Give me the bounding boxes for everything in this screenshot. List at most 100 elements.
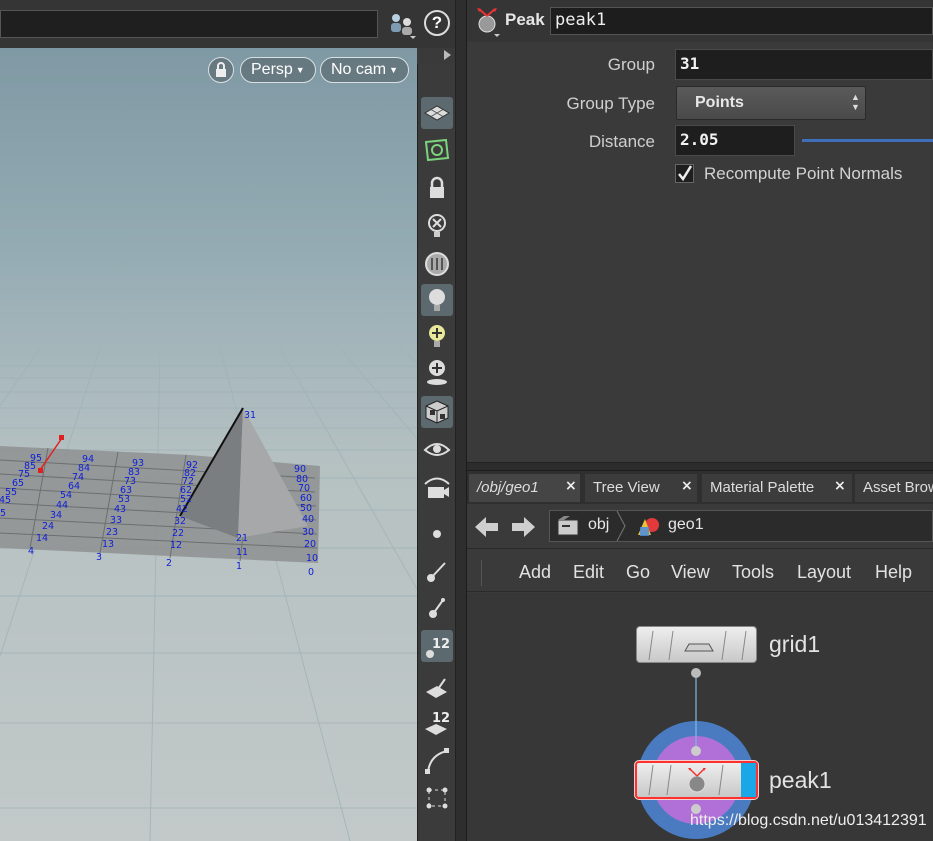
camera-menu[interactable]: No cam ▼ (320, 57, 410, 83)
users-icon[interactable] (386, 10, 418, 40)
lock-camera-icon[interactable] (208, 57, 234, 83)
point-number-label: 50 (300, 503, 312, 514)
recompute-normals-checkbox[interactable] (675, 164, 694, 183)
point-number-label: 0 (308, 567, 314, 578)
network-editor[interactable]: grid1 peak1 (467, 593, 933, 841)
chevron-down-icon: ▼ (389, 65, 399, 75)
primitive-numbers-toggle[interactable]: 12 (421, 707, 453, 739)
reference-plane-icon[interactable] (421, 134, 453, 166)
distance-field[interactable]: 2.05 (675, 125, 795, 156)
expand-arrow-icon[interactable] (444, 50, 451, 60)
group-type-label: Group Type (566, 94, 655, 113)
node-type-label: Peak (505, 10, 545, 29)
point-number-label: 2 (166, 558, 172, 569)
point-number-label: 12 (170, 540, 182, 551)
group-type-menu[interactable]: Points ▲ ▼ (676, 86, 866, 120)
menu-add[interactable]: Add (519, 562, 551, 583)
point-number-label: 31 (244, 410, 256, 421)
point-number-label: 20 (304, 539, 316, 550)
menu-help[interactable]: Help (875, 562, 912, 583)
watermark-text: https://blog.csdn.net/u013412391 (690, 812, 927, 829)
menu-go[interactable]: Go (626, 562, 650, 583)
point-number-label: 4 (28, 546, 34, 557)
persp-label: Persp (251, 61, 293, 79)
menu-layout[interactable]: Layout (797, 562, 851, 583)
menu-tools[interactable]: Tools (732, 562, 774, 583)
group-field[interactable]: 31 (675, 49, 933, 80)
forward-arrow-icon[interactable] (509, 514, 537, 540)
distance-slider[interactable] (802, 139, 933, 142)
breadcrumb-obj[interactable]: obj (588, 516, 609, 534)
point-number-label: 1 (236, 561, 242, 572)
camera-label: No cam (331, 61, 387, 79)
close-icon[interactable]: × (681, 478, 693, 494)
group-type-value: Points (695, 94, 744, 111)
tab-material-palette[interactable]: Material Palette (702, 474, 852, 502)
point-number-label: 43 (114, 504, 126, 515)
peak1-node[interactable] (634, 760, 759, 800)
menu-scroll-left-icon[interactable] (481, 560, 495, 586)
point-numbers-toggle[interactable]: 12 (421, 630, 453, 662)
point-number-label: 30 (302, 527, 314, 538)
lock-icon[interactable] (421, 172, 453, 204)
close-icon[interactable]: × (834, 478, 846, 494)
group-label: Group (607, 55, 655, 74)
help-icon[interactable]: ? (424, 10, 450, 36)
chevron-down-icon: ▼ (295, 65, 305, 75)
remove-light-icon[interactable] (421, 210, 453, 242)
normal-light-icon[interactable] (421, 320, 453, 352)
node-name-field[interactable]: peak1 (550, 7, 933, 35)
point-number-label: 34 (50, 510, 62, 521)
point-number-label: 21 (236, 533, 248, 544)
close-icon[interactable]: × (565, 478, 577, 494)
point-number-label: 33 (110, 515, 122, 526)
3d-viewport[interactable]: 95 94 93 92 85 84 83 82 75 74 73 72 65 64 63 62 55 54 53 52… (0, 48, 417, 841)
display-hulls-icon[interactable] (421, 745, 453, 777)
grid-display-icon[interactable] (421, 97, 453, 129)
menu-edit[interactable]: Edit (573, 562, 604, 583)
svg-text:12: 12 (432, 637, 450, 652)
point-number-label: 11 (236, 547, 248, 558)
horizontal-splitter[interactable] (467, 462, 933, 470)
distance-label: Distance (588, 132, 655, 151)
headlight-icon[interactable] (421, 248, 453, 280)
obj-context-icon (556, 514, 582, 538)
tab-asset-browser[interactable]: Asset Brow (855, 474, 933, 502)
uv-handles-icon[interactable] (421, 782, 453, 814)
point-number-label: 5 (0, 508, 6, 519)
display-points-icon[interactable] (421, 518, 453, 550)
display-point-normals-icon[interactable] (421, 555, 453, 587)
tab-label: Material Palette (710, 479, 815, 496)
shading-cube-icon[interactable] (421, 396, 453, 428)
menu-view[interactable]: View (671, 562, 710, 583)
back-arrow-icon[interactable] (473, 514, 501, 540)
peak-node-icon (472, 6, 502, 38)
viewport-path-field[interactable] (0, 10, 378, 38)
point-number-label: 24 (42, 521, 54, 532)
camera-eye-icon[interactable] (421, 471, 453, 503)
point-number-label: 14 (36, 533, 48, 544)
primitive-normals-icon[interactable] (421, 670, 453, 702)
recompute-normals-label: Recompute Point Normals (704, 164, 903, 183)
persp-view-menu[interactable]: Persp ▼ (240, 57, 316, 83)
breadcrumb-separator (616, 510, 626, 542)
visibility-eye-icon[interactable] (421, 434, 453, 466)
tab-network-path[interactable]: /obj/geo1 (469, 474, 580, 502)
point-number-label: 40 (302, 514, 314, 525)
point-number-label: 13 (102, 539, 114, 550)
point-number-label: 32 (174, 516, 186, 527)
breadcrumb-geo1[interactable]: geo1 (668, 516, 704, 534)
grid1-node[interactable] (636, 626, 757, 663)
tab-label: /obj/geo1 (477, 479, 539, 496)
high-quality-light-icon[interactable] (421, 356, 453, 388)
point-number-label: 10 (306, 553, 318, 564)
peak1-label: peak1 (769, 767, 832, 793)
default-light-icon[interactable] (421, 284, 453, 316)
geo-node-icon (634, 513, 662, 539)
point-number-label: 3 (96, 552, 102, 563)
point-number-label: 45 (0, 495, 11, 506)
pane-divider[interactable] (455, 0, 467, 841)
point-number-label: 23 (106, 527, 118, 538)
display-point-vectors-icon[interactable] (421, 592, 453, 624)
tab-label: Asset Brow (863, 479, 933, 496)
